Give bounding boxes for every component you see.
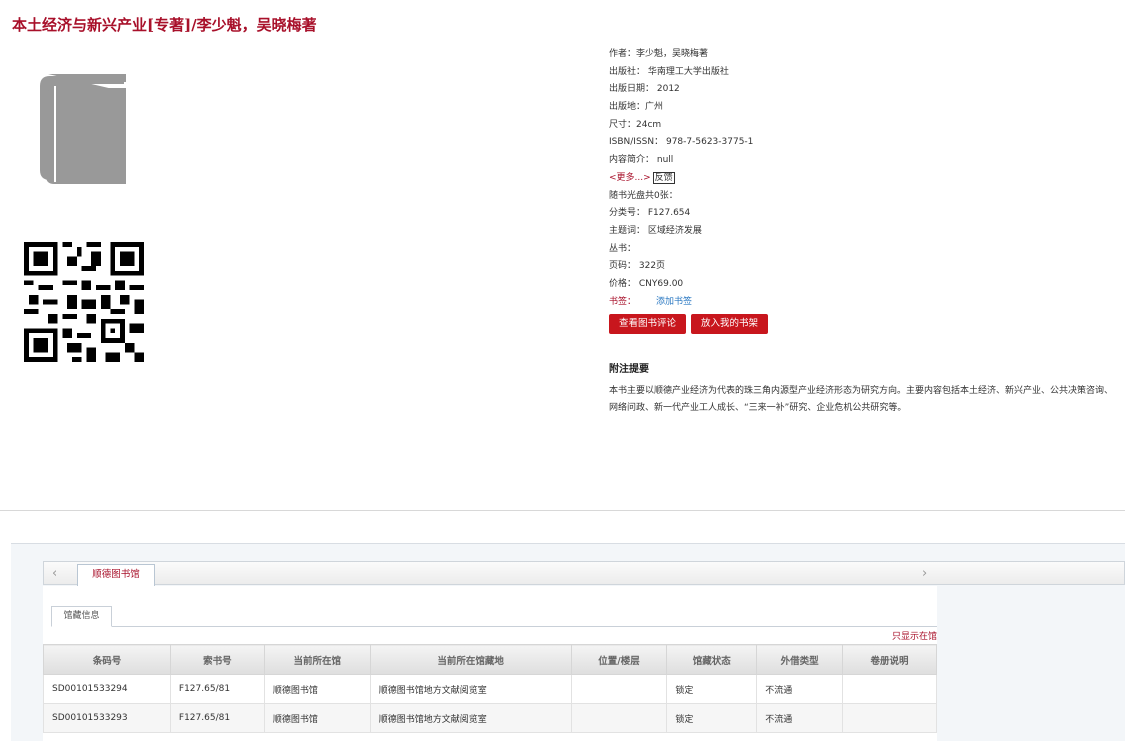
subtab-line xyxy=(51,626,937,627)
cell-floor xyxy=(570,674,668,704)
pages-row: 页码： 322页 xyxy=(609,261,666,272)
cell-loan-type: 不流通 xyxy=(756,674,844,704)
summary-row: 内容简介： null xyxy=(609,155,674,166)
tag-label: 书签： xyxy=(609,296,637,307)
feedback-link[interactable]: 反馈 xyxy=(652,171,675,184)
divider xyxy=(0,510,1125,511)
price-row: 价格： CNY69.00 xyxy=(609,278,684,289)
tag-row: 书签： 添加书签 xyxy=(609,294,1119,312)
col-loan-type: 外借类型 xyxy=(756,644,844,675)
cell-volume-note xyxy=(842,674,937,704)
isbn-row: ISBN/ISSN： 978-7-5623-3775-1 xyxy=(609,137,754,148)
cd-row: 随书光盘共0张： xyxy=(609,190,678,201)
cell-barcode: SD00101533294 xyxy=(43,674,171,704)
chevron-right-icon[interactable]: › xyxy=(922,566,927,581)
cell-location: 顺德图书馆地方文献阅览室 xyxy=(369,674,572,704)
table-row: SD00101533294 F127.65/81 顺德图书馆 顺德图书馆地方文献… xyxy=(43,674,937,704)
size-row: 尺寸：24cm xyxy=(609,119,662,130)
cell-status: 锁定 xyxy=(666,674,758,704)
tab-library[interactable]: 顺德图书馆 xyxy=(77,564,155,586)
col-library: 当前所在馆 xyxy=(263,644,371,675)
cell-library: 顺德图书馆 xyxy=(263,674,371,704)
col-floor: 位置/楼层 xyxy=(570,644,668,675)
cell-status: 锁定 xyxy=(666,703,758,733)
cell-call-no: F127.65/81 xyxy=(169,674,265,704)
chevron-left-icon[interactable]: ‹ xyxy=(52,566,57,581)
col-location: 当前所在馆藏地 xyxy=(369,644,572,675)
series-row: 丛书： xyxy=(609,243,637,254)
cell-location: 顺德图书馆地方文献阅览室 xyxy=(369,703,572,733)
holdings-table: 条码号 索书号 当前所在馆 当前所在馆藏地 位置/楼层 馆藏状态 外借类型 卷册… xyxy=(43,644,937,733)
publisher-row: 出版社： 华南理工大学出版社 xyxy=(609,66,729,77)
pub-place-row: 出版地：广州 xyxy=(609,102,664,113)
col-volume-note: 卷册说明 xyxy=(842,644,937,675)
table-row: SD00101533293 F127.65/81 顺德图书馆 顺德图书馆地方文献… xyxy=(43,703,937,733)
cell-loan-type: 不流通 xyxy=(756,703,844,733)
page-title: 本土经济与新兴产业[专著]/李少魁，吴晓梅著 xyxy=(12,16,317,34)
cell-floor xyxy=(570,703,668,733)
more-row: <更多...> 反馈 xyxy=(609,170,1119,188)
subject-row: 主题词： 区域经济发展 xyxy=(609,225,702,236)
col-barcode: 条码号 xyxy=(43,644,171,675)
action-buttons: 查看图书评论 放入我的书架 xyxy=(609,314,773,334)
col-status: 馆藏状态 xyxy=(666,644,758,675)
library-tabbar: ‹ 顺德图书馆 › xyxy=(43,561,1125,586)
only-show-in-library-link[interactable]: 只显示在馆 xyxy=(892,629,937,642)
book-info: 作者：李少魁，吴晓梅著 出版社： 华南理工大学出版社 出版日期： 2012 出版… xyxy=(609,46,1119,311)
view-reviews-button[interactable]: 查看图书评论 xyxy=(609,314,687,334)
pub-date-row: 出版日期： 2012 xyxy=(609,84,680,95)
note-body: 本书主要以顺德产业经济为代表的珠三角内源型产业经济形态为研究方向。主要内容包括本… xyxy=(609,386,1114,413)
col-call-no: 索书号 xyxy=(169,644,265,675)
more-link[interactable]: <更多...> xyxy=(609,173,651,183)
cell-library: 顺德图书馆 xyxy=(263,703,371,733)
note-heading: 附注提要 xyxy=(609,364,649,375)
holdings-content: 馆藏信息 只显示在馆 条码号 索书号 当前所在馆 当前所在馆藏地 位置/楼层 馆… xyxy=(43,586,937,741)
author-row: 作者：李少魁，吴晓梅著 xyxy=(609,49,709,59)
table-header: 条码号 索书号 当前所在馆 当前所在馆藏地 位置/楼层 馆藏状态 外借类型 卷册… xyxy=(43,644,937,675)
class-no-row: 分类号： F127.654 xyxy=(609,208,691,219)
add-shelf-button[interactable]: 放入我的书架 xyxy=(691,314,769,334)
cell-volume-note xyxy=(842,703,937,733)
book-icon xyxy=(40,74,126,184)
tab-holdings-info[interactable]: 馆藏信息 xyxy=(51,606,112,627)
add-tag-link[interactable]: 添加书签 xyxy=(656,297,692,307)
qr-code-icon xyxy=(24,242,144,362)
cell-barcode: SD00101533293 xyxy=(43,703,171,733)
cell-call-no: F127.65/81 xyxy=(169,703,265,733)
